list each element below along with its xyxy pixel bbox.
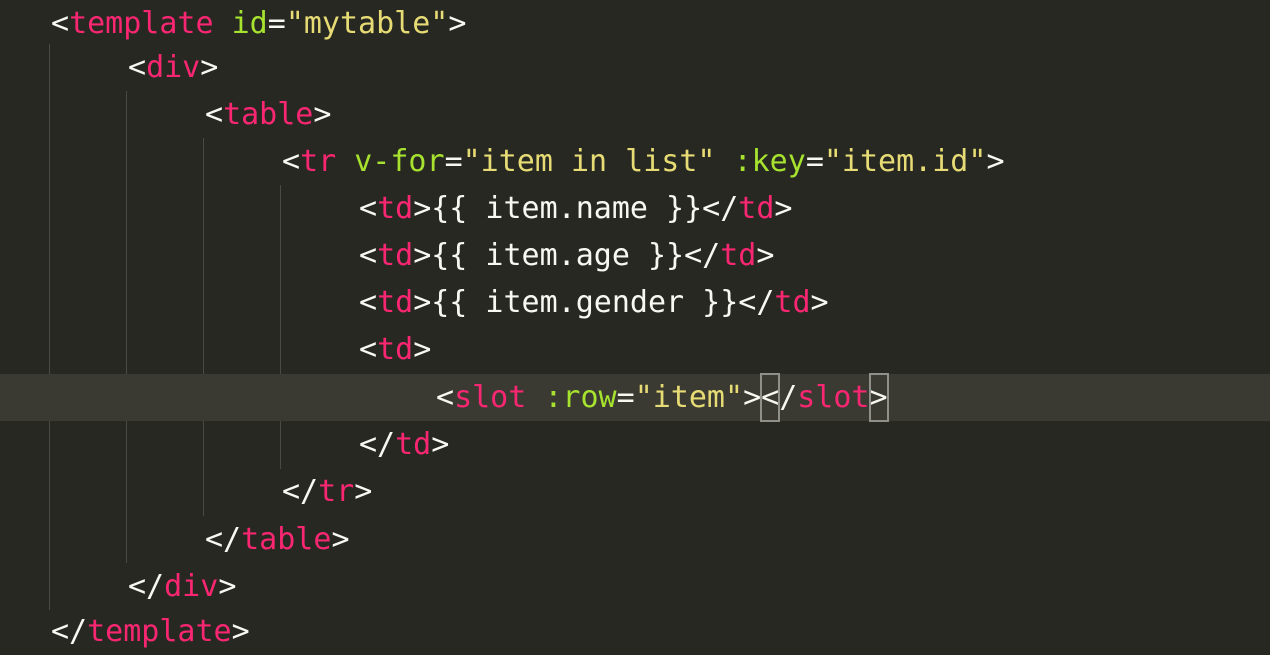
token-punct: = — [805, 144, 824, 179]
code-line-active[interactable]: <slot :row="item"></slot> — [0, 373, 1270, 422]
code-line[interactable]: </td> — [0, 421, 1270, 468]
token-string: "mytable" — [285, 6, 449, 41]
bracket-match-highlight: > — [868, 373, 889, 422]
token-punct: < — [205, 97, 224, 132]
token-punct: > — [774, 191, 793, 226]
code-line[interactable]: </tr> — [0, 468, 1270, 515]
token-punct: < — [359, 285, 378, 320]
token-tag: td — [377, 238, 414, 273]
token-punct: / — [779, 380, 798, 415]
token-tag: td — [377, 285, 414, 320]
code-line[interactable]: <tr v-for="item in list" :key="item.id"> — [0, 138, 1270, 185]
token-punct: > — [448, 6, 467, 41]
token-tag: td — [377, 332, 414, 367]
token-punct: = — [616, 380, 635, 415]
token-tag: tr — [300, 144, 337, 179]
token-punct: < — [51, 6, 70, 41]
token-tag: table — [241, 522, 332, 557]
code-line[interactable]: </template> — [0, 608, 1270, 655]
code-line[interactable]: <td> — [0, 326, 1270, 373]
token-string: "item" — [634, 380, 744, 415]
token-punct: > — [313, 97, 332, 132]
code-line[interactable]: </table> — [0, 516, 1270, 563]
bracket-match-highlight: < — [760, 373, 781, 422]
token-tag: template — [69, 6, 214, 41]
code-line[interactable]: <template id="mytable"> — [0, 0, 1270, 47]
token-tag: slot — [454, 380, 527, 415]
token-string: "item.id" — [823, 144, 987, 179]
token-tag: table — [223, 97, 314, 132]
token-punct: < — [282, 144, 301, 179]
token-punct: > — [218, 569, 237, 604]
token-tag: td — [377, 191, 414, 226]
token-punct: </ — [282, 474, 319, 509]
token-string: "item in list" — [462, 144, 716, 179]
code-line[interactable]: <td>{{ item.gender }}</td> — [0, 279, 1270, 326]
code-line[interactable]: <div> — [0, 44, 1270, 91]
token-punct: = — [444, 144, 463, 179]
token-tag: template — [87, 614, 232, 649]
token-text: >{{ item.age }}</ — [413, 238, 721, 273]
token-punct: > — [354, 474, 373, 509]
token-punct: < — [128, 50, 147, 85]
token-punct: </ — [128, 569, 165, 604]
token-tag: td — [720, 238, 757, 273]
token-tag: div — [164, 569, 219, 604]
code-editor[interactable]: <template id="mytable"> <div> <table> <t… — [0, 0, 1270, 655]
code-line[interactable]: </div> — [0, 563, 1270, 610]
token-tag: td — [774, 285, 811, 320]
token-punct: > — [986, 144, 1005, 179]
token-punct: </ — [51, 614, 88, 649]
token-attr: v-for — [354, 144, 445, 179]
token-punct: > — [756, 238, 775, 273]
token-punct: < — [436, 380, 455, 415]
token-text: >{{ item.name }}</ — [413, 191, 739, 226]
code-line[interactable]: <td>{{ item.name }}</td> — [0, 185, 1270, 232]
token-punct: < — [359, 238, 378, 273]
token-text: >{{ item.gender }}</ — [413, 285, 775, 320]
token-attr: :row — [544, 380, 617, 415]
token-punct: > — [413, 332, 432, 367]
token-punct: > — [810, 285, 829, 320]
code-line[interactable]: <td>{{ item.age }}</td> — [0, 232, 1270, 279]
token-punct: > — [743, 380, 762, 415]
token-tag: tr — [318, 474, 355, 509]
token-punct: </ — [359, 427, 396, 462]
token-tag: div — [146, 50, 201, 85]
token-punct: </ — [205, 522, 242, 557]
token-tag: slot — [797, 380, 870, 415]
code-line[interactable]: <table> — [0, 91, 1270, 138]
token-punct: > — [331, 522, 350, 557]
token-punct: = — [267, 6, 286, 41]
token-punct: > — [200, 50, 219, 85]
token-tag: td — [395, 427, 432, 462]
token-tag: td — [738, 191, 775, 226]
token-attr: :key — [733, 144, 806, 179]
token-punct: < — [359, 332, 378, 367]
token-punct: < — [359, 191, 378, 226]
token-punct: > — [431, 427, 450, 462]
token-attr: id — [231, 6, 268, 41]
token-punct: > — [231, 614, 250, 649]
